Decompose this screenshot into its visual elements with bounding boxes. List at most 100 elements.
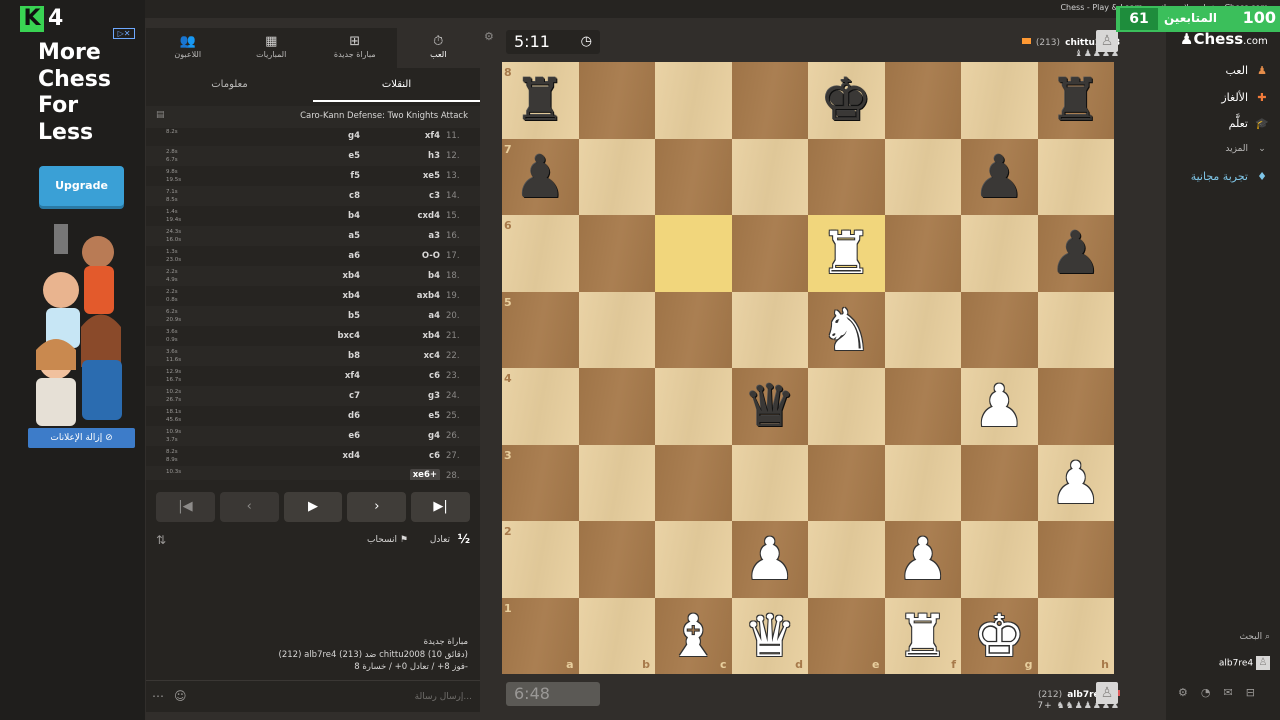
black-move[interactable]: e6: [348, 431, 360, 441]
white-move[interactable]: a4: [428, 311, 440, 321]
white-move[interactable]: c6: [429, 371, 440, 381]
white-move[interactable]: a3: [428, 231, 440, 241]
black-piece[interactable]: ♛: [732, 368, 809, 445]
square-e7[interactable]: [808, 138, 885, 215]
profile-link[interactable]: alb7re4 ♙: [1219, 656, 1270, 670]
white-move[interactable]: xe6+: [409, 469, 440, 480]
square-g7[interactable]: ♟: [961, 138, 1038, 216]
white-piece[interactable]: ♟: [961, 368, 1038, 445]
square-a1[interactable]: 1a: [502, 597, 579, 674]
black-move[interactable]: d6: [348, 411, 360, 421]
white-piece[interactable]: ♟: [732, 521, 809, 598]
white-move[interactable]: c6: [429, 451, 440, 461]
black-piece[interactable]: ♟: [961, 139, 1038, 216]
square-a7[interactable]: 7 ♟: [502, 138, 579, 216]
more-options-icon[interactable]: ⋯: [152, 689, 164, 703]
square-g2[interactable]: [961, 521, 1038, 598]
white-piece[interactable]: ♜: [808, 215, 885, 292]
bottom-player-avatar[interactable]: ♙: [1096, 682, 1118, 704]
square-a2[interactable]: 2: [502, 521, 579, 598]
square-h7[interactable]: [1037, 138, 1114, 215]
square-f4[interactable]: [884, 368, 961, 445]
black-move[interactable]: c8: [349, 191, 360, 201]
nav-free-trial[interactable]: تجربة مجانية ♦: [1191, 170, 1270, 183]
square-f5[interactable]: [884, 291, 961, 368]
square-b8[interactable]: [578, 62, 655, 139]
tab-info[interactable]: معلومات: [146, 68, 313, 102]
black-move[interactable]: xd4: [343, 451, 360, 461]
square-c8[interactable]: [655, 62, 732, 139]
white-move[interactable]: b4: [428, 271, 440, 281]
square-b2[interactable]: [578, 521, 655, 598]
square-d8[interactable]: [731, 62, 808, 139]
square-d7[interactable]: [731, 138, 808, 215]
square-h6[interactable]: ♟: [1037, 215, 1115, 292]
black-move[interactable]: xf4: [345, 371, 360, 381]
white-move[interactable]: cxd4: [417, 211, 440, 221]
black-move[interactable]: xb4: [343, 271, 360, 281]
square-h4[interactable]: [1037, 368, 1114, 445]
square-e6[interactable]: ♜: [808, 215, 885, 292]
square-e5[interactable]: ♞: [808, 291, 885, 369]
black-move[interactable]: e5: [348, 151, 360, 161]
square-h2[interactable]: [1037, 521, 1114, 598]
black-move[interactable]: c7: [349, 391, 360, 401]
nav-play[interactable]: العب ♟: [1225, 64, 1270, 77]
square-c3[interactable]: [655, 444, 732, 521]
square-f8[interactable]: [884, 62, 961, 139]
square-e2[interactable]: [808, 521, 885, 598]
white-move[interactable]: O-O: [422, 251, 440, 261]
black-move[interactable]: f5: [350, 171, 360, 181]
square-e8[interactable]: ♚: [808, 62, 885, 139]
ad-close-icon[interactable]: ▷✕: [113, 28, 135, 39]
black-move[interactable]: b8: [348, 351, 360, 361]
square-h8[interactable]: ♜: [1037, 62, 1114, 139]
black-piece[interactable]: ♜: [502, 62, 579, 139]
black-piece[interactable]: ♟: [1038, 215, 1115, 292]
draw-button[interactable]: تعادل: [430, 535, 450, 545]
square-e4[interactable]: [808, 368, 885, 445]
tab-games[interactable]: ▦ المباريات: [230, 28, 314, 68]
square-a6[interactable]: 6: [502, 215, 579, 292]
square-g8[interactable]: [961, 62, 1038, 139]
square-f7[interactable]: [884, 138, 961, 215]
prev-move-button[interactable]: ‹: [219, 492, 279, 522]
square-c4[interactable]: [655, 368, 732, 445]
square-c6[interactable]: [655, 215, 732, 292]
collapse-icon[interactable]: ⊟: [1246, 686, 1268, 699]
black-move[interactable]: xb4: [343, 291, 360, 301]
settings-gear-icon[interactable]: ⚙: [484, 30, 494, 43]
square-a5[interactable]: 5: [502, 291, 579, 368]
square-e1[interactable]: e: [808, 597, 885, 674]
square-f2[interactable]: ♟: [884, 521, 962, 598]
square-d1[interactable]: d ♛: [731, 597, 808, 674]
square-f3[interactable]: [884, 444, 961, 521]
white-piece[interactable]: ♞: [808, 292, 885, 369]
square-b5[interactable]: [578, 291, 655, 368]
white-move[interactable]: xc4: [424, 351, 440, 361]
square-g5[interactable]: [961, 291, 1038, 368]
search-button[interactable]: البحث ⌕: [1239, 632, 1270, 642]
white-piece[interactable]: ♟: [885, 521, 962, 598]
black-move[interactable]: bxc4: [337, 331, 360, 341]
black-piece[interactable]: ♚: [808, 62, 885, 139]
square-g3[interactable]: [961, 444, 1038, 521]
square-c2[interactable]: [655, 521, 732, 598]
chesscom-logo[interactable]: ♟Chess.com: [1180, 30, 1268, 48]
square-a4[interactable]: 4: [502, 368, 579, 445]
black-move[interactable]: g4: [348, 131, 360, 141]
square-h5[interactable]: [1037, 291, 1114, 368]
white-piece[interactable]: ♜: [885, 598, 962, 675]
square-f6[interactable]: [884, 215, 961, 292]
last-move-button[interactable]: ▶|: [411, 492, 470, 522]
white-move[interactable]: xe5: [423, 171, 440, 181]
square-c1[interactable]: c ♝: [655, 597, 732, 674]
white-piece[interactable]: ♟: [1038, 445, 1115, 522]
square-a8[interactable]: 8 ♜: [502, 62, 579, 139]
nav-puzzles[interactable]: الألغاز ✚: [1221, 91, 1270, 104]
first-move-button[interactable]: |◀: [156, 492, 215, 522]
white-move[interactable]: h3: [428, 151, 440, 161]
square-b4[interactable]: [578, 368, 655, 445]
top-player-avatar[interactable]: ♙: [1096, 30, 1118, 52]
black-piece[interactable]: ♟: [502, 139, 579, 216]
